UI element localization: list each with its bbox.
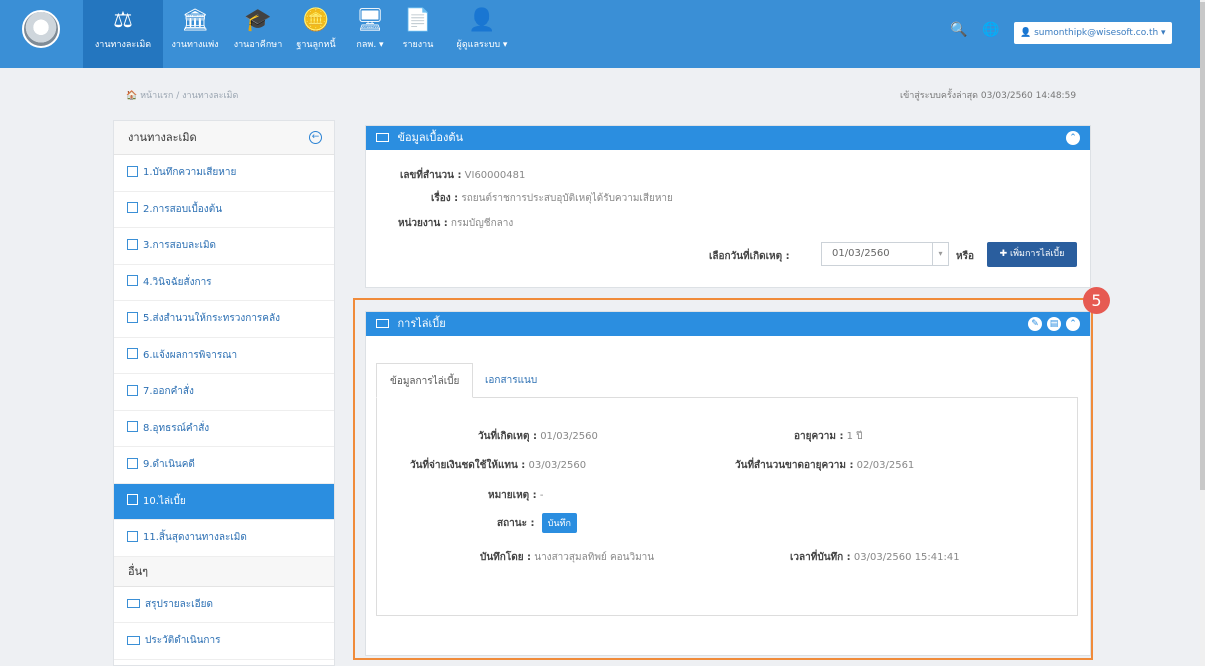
chevron-down-icon: ▾ <box>932 243 948 265</box>
breadcrumb-home[interactable]: หน้าแรก <box>140 91 173 101</box>
gavel-icon: ⚖ <box>113 8 133 33</box>
sidebar-item-6[interactable]: 6.แจ้งผลการพิจารณา <box>114 338 334 374</box>
logo[interactable] <box>22 10 60 48</box>
sidebar-item-history[interactable]: ประวัติดำเนินการ <box>114 623 334 660</box>
basic-info-header: ข้อมูลเบื้องต้น ⌃ <box>366 126 1090 150</box>
nav-education[interactable]: 🎓 งานอาคีกษา <box>228 0 288 68</box>
globe-icon[interactable]: 🌐 <box>982 22 999 38</box>
agency-row: หน่วยงาน : กรมบัญชีกลาง <box>398 218 514 229</box>
calendar-icon <box>127 635 140 645</box>
sidebar-item-9[interactable]: 9.ดำเนินคดี <box>114 447 334 484</box>
add-recourse-button[interactable]: ✚ เพิ่มการไล่เบี้ย <box>987 242 1077 267</box>
date-select-label: เลือกวันที่เกิดเหตุ : <box>709 251 790 262</box>
sidebar-item-4[interactable]: 4.วินิจฉัยสั่งการ <box>114 265 334 301</box>
checkbox-icon <box>127 165 138 177</box>
sidebar-section-other: อื่นๆ <box>114 556 334 587</box>
monitor-icon <box>376 132 389 142</box>
sidebar-section-tort: งานทางละเมิด ← <box>114 121 334 155</box>
incident-date-select[interactable]: 01/03/2560 ▾ <box>821 242 949 266</box>
breadcrumb: 🏠 หน้าแรก / งานทางละเมิด <box>126 91 239 101</box>
checkbox-icon <box>127 311 138 323</box>
nav-debtors[interactable]: 🪙 ฐานลูกหนี้ <box>290 0 342 68</box>
checkbox-icon <box>127 494 138 505</box>
table-icon <box>127 599 140 608</box>
collapse-icon[interactable]: ← <box>309 131 322 144</box>
highlight-box <box>353 298 1093 660</box>
user-menu-button[interactable]: 👤 sumonthipk@wisesoft.co.th ▾ <box>1014 22 1172 44</box>
breadcrumb-current: งานทางละเมิด <box>182 91 239 101</box>
step-badge: 5 <box>1083 287 1110 314</box>
search-icon[interactable]: 🔍 <box>950 22 967 38</box>
sidebar-item-11[interactable]: 11.สิ้นสุดงานทางละเมิด <box>114 520 334 557</box>
sidebar-item-2[interactable]: 2.การสอบเบื้องต้น <box>114 192 334 228</box>
checkbox-icon <box>127 238 138 250</box>
coins-icon: 🪙 <box>302 8 330 33</box>
graduation-cap-icon: 🎓 <box>244 8 272 33</box>
home-icon[interactable]: 🏠 <box>126 91 137 101</box>
top-navbar: ⚖ งานทางละเมิด 🏛 งานทางแพ่ง 🎓 งานอาคีกษา… <box>0 0 1200 68</box>
checkbox-icon <box>127 421 138 432</box>
nav-tort[interactable]: ⚖ งานทางละเมิด <box>83 0 163 68</box>
nav-report[interactable]: 📄 รายงาน <box>398 0 438 68</box>
or-label: หรือ <box>956 251 974 262</box>
nav-klp[interactable]: 🖥 กลพ. ▾ <box>348 0 392 68</box>
page-scrollbar[interactable] <box>1200 0 1205 666</box>
checkbox-icon <box>127 457 138 469</box>
sidebar-item-1[interactable]: 1.บันทึกความเสียหาย <box>114 155 334 192</box>
subject-row: เรื่อง : รถยนต์ราชการประสบอุบัติเหตุได้ร… <box>431 193 673 204</box>
checkbox-icon <box>127 348 138 359</box>
checkbox-icon <box>127 275 138 286</box>
bank-icon: 🏛 <box>181 8 209 33</box>
nav-civil[interactable]: 🏛 งานทางแพ่ง <box>165 0 225 68</box>
sidebar-item-10[interactable]: 10.ไล่เบี้ย <box>114 483 334 520</box>
user-icon: 👤 <box>1020 28 1032 38</box>
sidebar: งานทางละเมิด ← 1.บันทึกความเสียหาย 2.การ… <box>113 120 335 666</box>
sidebar-item-5[interactable]: 5.ส่งสำนวนให้กระทรวงการคลัง <box>114 301 334 338</box>
sidebar-item-7[interactable]: 7.ออกคำสั่ง <box>114 374 334 411</box>
user-settings-icon: 👤 <box>468 8 496 33</box>
monitor-icon: 🖥 <box>356 8 384 33</box>
case-no-row: เลขที่สำนวน : VI60000481 <box>400 170 526 181</box>
checkbox-icon <box>127 384 138 396</box>
checkbox-icon <box>127 530 138 542</box>
checkbox-icon <box>127 202 138 213</box>
last-login-text: เข้าสู่ระบบครั้งล่าสุด 03/03/2560 14:48:… <box>900 91 1077 101</box>
nav-admin[interactable]: 👤 ผู้ดูแลระบบ ▾ <box>446 0 518 68</box>
plus-icon: ✚ <box>999 249 1008 259</box>
collapse-panel-icon[interactable]: ⌃ <box>1066 131 1080 145</box>
sidebar-item-8[interactable]: 8.อุทธรณ์คำสั่ง <box>114 411 334 447</box>
sidebar-item-3[interactable]: 3.การสอบละเมิด <box>114 228 334 265</box>
document-icon: 📄 <box>404 8 432 33</box>
sidebar-item-summary[interactable]: สรุปรายละเอียด <box>114 587 334 623</box>
